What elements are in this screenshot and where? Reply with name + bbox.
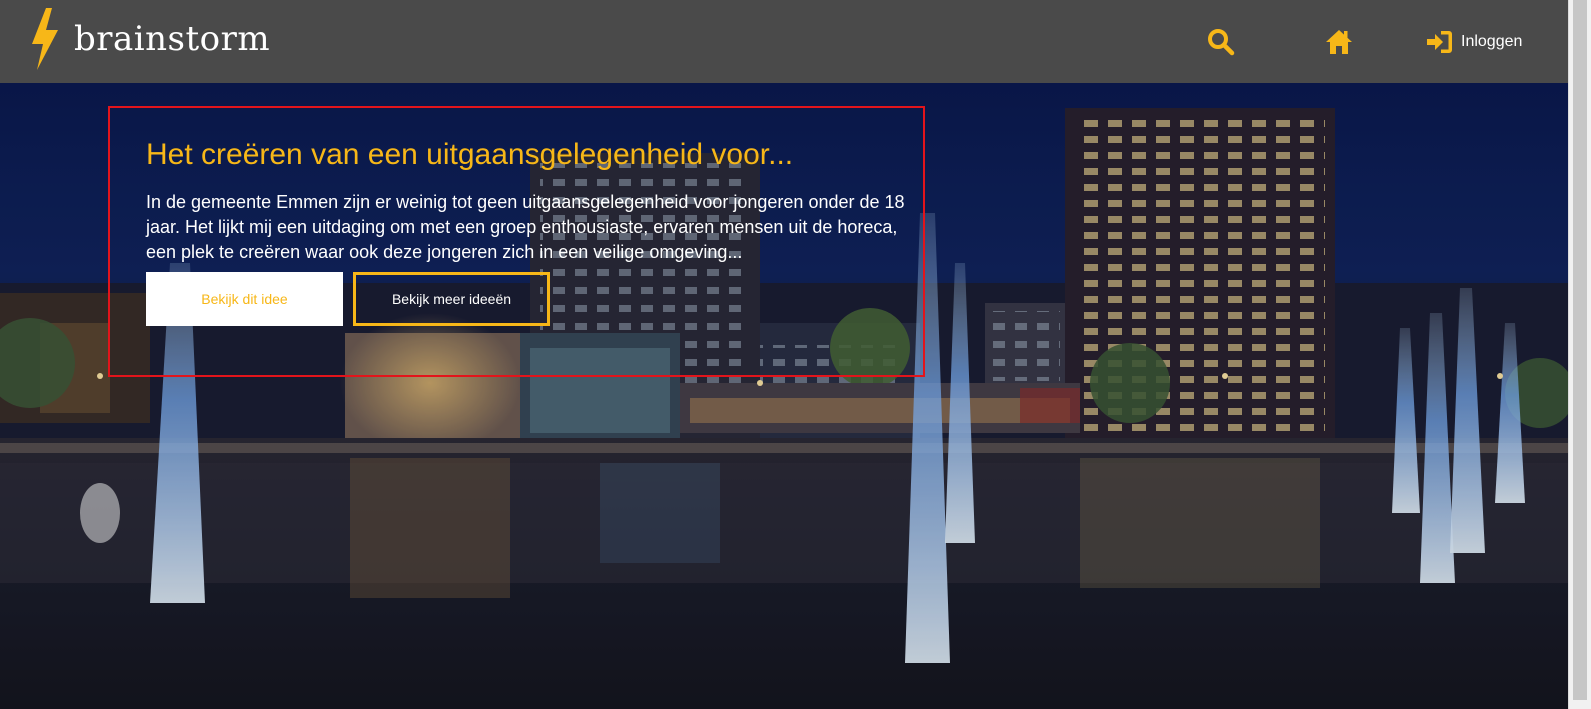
page-scrollbar[interactable] <box>1568 0 1591 709</box>
home-icon[interactable] <box>1325 28 1353 56</box>
sign-in-icon <box>1427 31 1452 53</box>
idea-description: In de gemeente Emmen zijn er weinig tot … <box>146 192 905 262</box>
brand-logo[interactable]: brainstorm <box>28 8 270 70</box>
view-idea-button[interactable]: Bekijk dit idee <box>146 272 343 326</box>
top-navigation-bar: brainstorm Inloggen <box>0 0 1568 83</box>
search-icon[interactable] <box>1207 28 1235 56</box>
login-link[interactable]: Inloggen <box>1425 29 1522 55</box>
lightning-bolt-icon <box>32 8 58 70</box>
scrollbar-thumb[interactable] <box>1573 0 1587 700</box>
featured-idea-card: Het creëren van een uitgaansgelegenheid … <box>108 106 925 377</box>
view-more-ideas-button[interactable]: Bekijk meer ideeën <box>353 272 550 326</box>
idea-title: Het creëren van een uitgaansgelegenheid … <box>146 138 794 171</box>
login-label: Inloggen <box>1461 33 1523 50</box>
brand-name: brainstorm <box>74 19 271 59</box>
